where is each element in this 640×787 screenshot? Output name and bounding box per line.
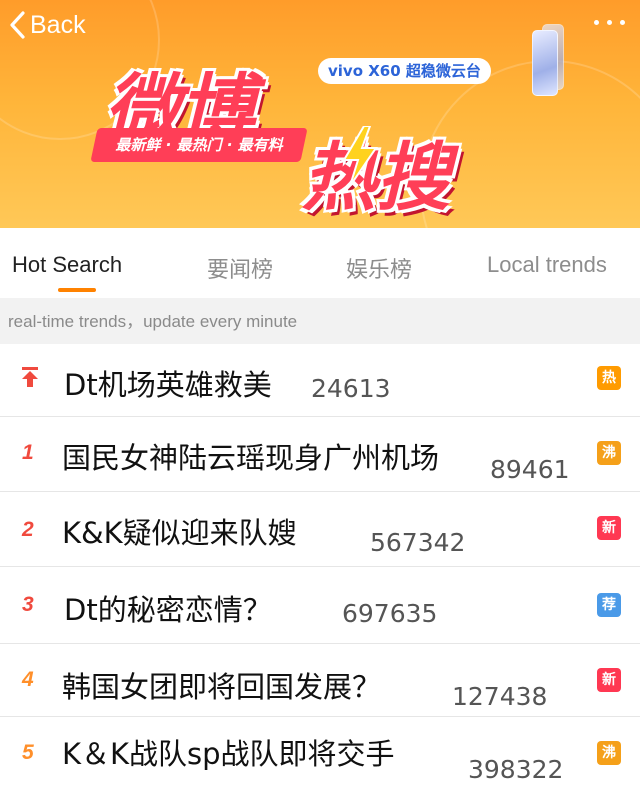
tab-hot-search[interactable]: Hot Search [12,252,122,278]
boil-badge: 沸 [597,441,621,465]
tab-bar: Hot Search 要闻榜 娱乐榜 Local trends [0,228,640,298]
trend-count: 24613 [311,374,391,403]
trend-rank: 5 [22,741,34,764]
tab-local-trends[interactable]: Local trends [487,252,607,278]
update-notice: real-time trends，update every minute [0,298,640,344]
trend-row-pinned[interactable]: Dt机场英雄救美 24613 热 [0,344,640,416]
trend-title: 韩国女团即将回国发展？ [62,670,382,704]
trend-count: 89461 [490,455,570,484]
tab-news[interactable]: 要闻榜 [207,252,273,284]
more-options-button[interactable] [590,10,630,34]
trend-rank: 3 [22,593,34,616]
weibo-hot-search-logo: 微博 热搜 最新鲜 · 最热门 · 最有料 vivo X60 超稳微云台 [90,40,512,221]
trend-rank: 2 [22,518,34,541]
new-badge: 新 [597,668,621,692]
hot-badge: 热 [597,366,621,390]
trend-row[interactable]: 2 K&K疑似迎来队嫂 567342 新 [0,492,640,566]
trend-row[interactable]: 1 国民女神陆云瑶现身广州机场 89461 沸 [0,417,640,491]
trend-rank: 1 [22,441,34,464]
trend-row[interactable]: 3 Dt的秘密恋情？ 697635 荐 [0,567,640,643]
recommend-badge: 荐 [597,593,621,617]
boil-badge: 沸 [597,741,621,765]
tagline-text: 最新鲜 · 最热门 · 最有料 [115,136,283,154]
back-button[interactable]: Back [8,8,86,42]
trend-count: 398322 [468,755,564,784]
trend-title: Dt的秘密恋情？ [64,593,272,627]
active-tab-indicator [58,288,96,292]
trend-title: K&K疑似迎来队嫂 [62,516,297,550]
trend-title: K＆K战队sp战队即将交手 [62,737,395,771]
trend-count: 127438 [452,682,548,711]
sponsor-badge: vivo X60 超稳微云台 [318,58,491,84]
phone-image [532,30,558,96]
trend-row[interactable]: 5 K＆K战队sp战队即将交手 398322 沸 [0,717,640,787]
new-badge: 新 [597,516,621,540]
trend-count: 567342 [370,528,466,557]
trend-count: 697635 [342,599,438,628]
trend-title: 国民女神陆云瑶现身广州机场 [62,441,440,475]
back-label: Back [30,10,86,39]
tagline: 最新鲜 · 最热门 · 最有料 [90,128,308,162]
trend-title: Dt机场英雄救美 [64,368,272,402]
pin-top-icon [22,367,38,387]
header-banner: Back 微博 热搜 最新鲜 · 最热门 · 最有料 vivo X60 超稳微云… [0,0,640,228]
lightning-icon [342,126,378,186]
trend-rank: 4 [22,668,34,691]
trend-row[interactable]: 4 韩国女团即将回国发展？ 127438 新 [0,644,640,716]
chevron-left-icon [10,11,25,39]
tab-entertainment[interactable]: 娱乐榜 [346,252,412,284]
